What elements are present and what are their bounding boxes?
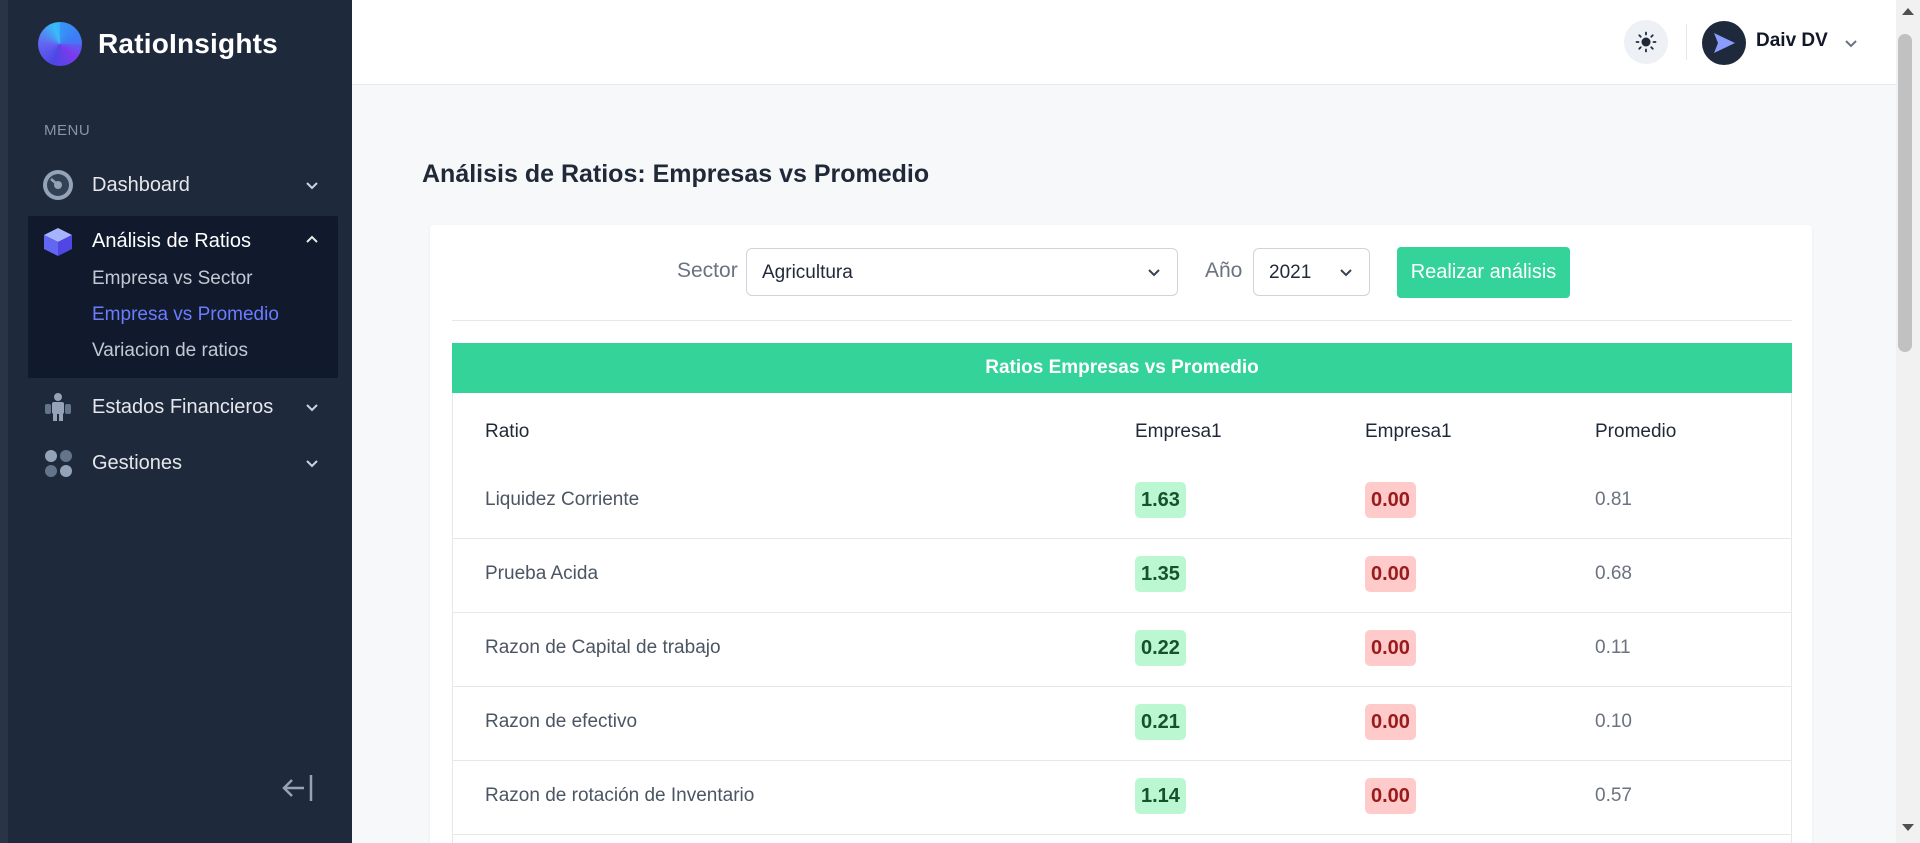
promedio-value: 0.68 bbox=[1595, 563, 1632, 584]
promedio-value: 0.11 bbox=[1595, 637, 1631, 658]
collapse-sidebar-icon[interactable] bbox=[280, 772, 316, 804]
cube-icon bbox=[44, 228, 72, 256]
send-icon bbox=[1714, 33, 1735, 53]
sidebar-group-analisis: Análisis de Ratios Empresa vs Sector Emp… bbox=[28, 216, 338, 378]
brand-logo-icon bbox=[38, 22, 82, 66]
theme-toggle-button[interactable] bbox=[1624, 20, 1668, 64]
year-label: Año bbox=[1205, 259, 1243, 282]
chevron-up-icon bbox=[306, 235, 318, 243]
sun-icon bbox=[1635, 31, 1657, 53]
empresa2-value: 0.00 bbox=[1365, 556, 1416, 592]
sidebar-item-label: Análisis de Ratios bbox=[92, 230, 251, 252]
year-select[interactable]: 2021 bbox=[1253, 248, 1370, 296]
column-header-empresa1-b: Empresa1 bbox=[1365, 421, 1452, 442]
sidebar-subitem-empresa-vs-promedio[interactable]: Empresa vs Promedio bbox=[92, 304, 279, 326]
column-header-empresa1: Empresa1 bbox=[1135, 421, 1222, 442]
scroll-up-arrow-icon[interactable] bbox=[1902, 8, 1914, 15]
table-row: Razon de Capital de trabajo 0.22 0.00 0.… bbox=[453, 613, 1791, 687]
brand-name: RatioInsights bbox=[98, 28, 278, 59]
avatar[interactable] bbox=[1702, 21, 1746, 65]
promedio-value: 0.10 bbox=[1595, 711, 1632, 732]
gauge-icon bbox=[43, 170, 73, 200]
sidebar-subitem-empresa-vs-sector[interactable]: Empresa vs Sector bbox=[92, 268, 253, 290]
sidebar-item-label: Gestiones bbox=[92, 451, 183, 474]
scrollbar-thumb[interactable] bbox=[1898, 34, 1912, 352]
top-header: Daiv DV bbox=[352, 0, 1900, 85]
sector-select[interactable]: Agricultura bbox=[746, 248, 1178, 296]
empresa1-value: 1.14 bbox=[1135, 778, 1186, 814]
year-select-value: 2021 bbox=[1269, 262, 1312, 283]
column-header-promedio: Promedio bbox=[1595, 421, 1677, 442]
empresa2-value: 0.00 bbox=[1365, 704, 1416, 740]
table-row: Razon de efectivo 0.21 0.00 0.10 bbox=[453, 687, 1791, 761]
empresa2-value: 0.00 bbox=[1365, 630, 1416, 666]
sidebar: RatioInsights MENU Dashboard Análisis de… bbox=[8, 0, 352, 843]
ratio-name: Liquidez Corriente bbox=[485, 489, 640, 510]
chevron-down-icon bbox=[306, 460, 318, 468]
sector-select-value: Agricultura bbox=[762, 262, 853, 283]
sidebar-item-label: Dashboard bbox=[92, 173, 190, 196]
scroll-down-arrow-icon[interactable] bbox=[1902, 824, 1914, 831]
sector-label: Sector bbox=[677, 259, 738, 282]
header-divider bbox=[1686, 24, 1687, 60]
brand[interactable]: RatioInsights bbox=[38, 22, 278, 66]
empresa1-value: 1.63 bbox=[1135, 482, 1186, 518]
promedio-value: 0.81 bbox=[1595, 489, 1632, 510]
user-name[interactable]: Daiv DV bbox=[1756, 30, 1828, 52]
sidebar-item-label: Estados Financieros bbox=[92, 395, 274, 418]
chevron-down-icon[interactable] bbox=[1842, 34, 1860, 52]
ratio-name: Razon de efectivo bbox=[485, 711, 638, 732]
menu-label: MENU bbox=[44, 122, 91, 139]
column-header-ratio: Ratio bbox=[485, 421, 530, 442]
chevron-down-icon bbox=[306, 182, 318, 190]
dots-grid-icon bbox=[45, 450, 72, 477]
empresa2-value: 0.00 bbox=[1365, 482, 1416, 518]
window-edge bbox=[0, 0, 8, 843]
empresa1-value: 1.35 bbox=[1135, 556, 1186, 592]
people-icon bbox=[45, 393, 71, 421]
analyze-button[interactable]: Realizar análisis bbox=[1397, 247, 1570, 298]
chevron-down-icon bbox=[1148, 269, 1160, 277]
page-title: Análisis de Ratios: Empresas vs Promedio bbox=[422, 160, 930, 188]
table-row: Razon de rotación de Inventario 1.14 0.0… bbox=[453, 761, 1791, 835]
divider bbox=[452, 320, 1792, 321]
sidebar-item-analisis-ratios[interactable]: Análisis de Ratios bbox=[28, 216, 338, 268]
analysis-card: Sector Agricultura Año 2021 Realizar aná… bbox=[430, 225, 1812, 843]
table-row: Prueba Acida 1.35 0.00 0.68 bbox=[453, 539, 1791, 613]
ratio-name: Prueba Acida bbox=[485, 563, 599, 584]
ratios-table: Ratios Empresas vs Promedio Ratio Empres… bbox=[452, 343, 1792, 843]
empresa1-value: 0.22 bbox=[1135, 630, 1186, 666]
ratio-name: Razon de rotación de Inventario bbox=[485, 785, 755, 806]
empresa2-value: 0.00 bbox=[1365, 778, 1416, 814]
chevron-down-icon bbox=[1340, 269, 1352, 277]
sidebar-item-estados-financieros[interactable]: Estados Financieros bbox=[28, 382, 338, 432]
empresa1-value: 0.21 bbox=[1135, 704, 1186, 740]
promedio-value: 0.57 bbox=[1595, 785, 1632, 806]
table-title: Ratios Empresas vs Promedio bbox=[452, 343, 1792, 393]
sidebar-subitem-variacion-ratios[interactable]: Variacion de ratios bbox=[92, 340, 248, 362]
sidebar-item-dashboard[interactable]: Dashboard bbox=[28, 160, 338, 210]
sidebar-item-gestiones[interactable]: Gestiones bbox=[28, 438, 338, 488]
chevron-down-icon bbox=[306, 404, 318, 412]
ratio-name: Razon de Capital de trabajo bbox=[485, 637, 721, 658]
table-row: Liquidez Corriente 1.63 0.00 0.81 bbox=[453, 465, 1791, 539]
